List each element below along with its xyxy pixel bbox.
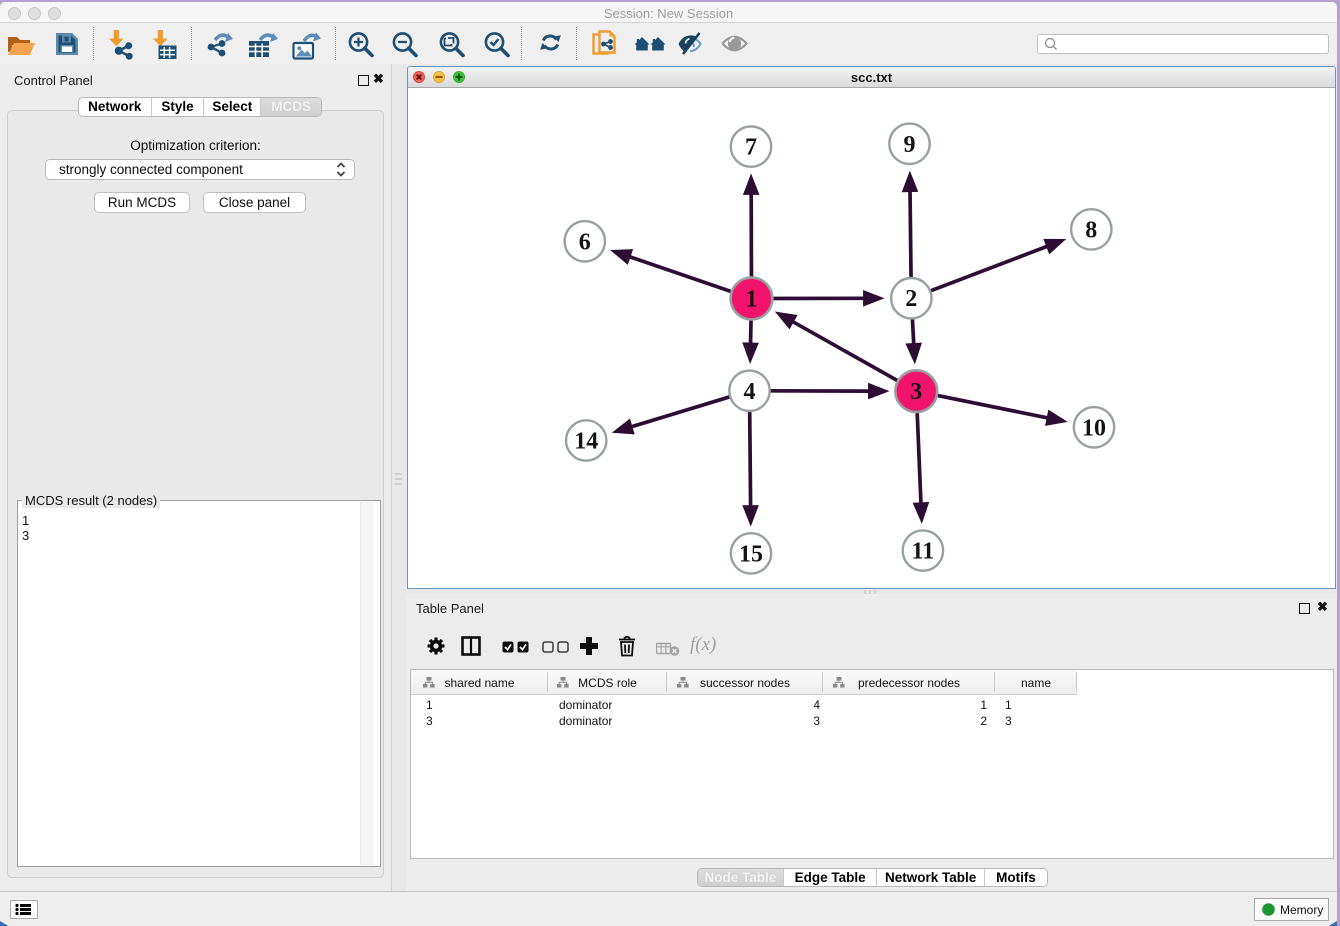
svg-text:10: 10 [1082, 415, 1106, 441]
svg-text:7: 7 [745, 135, 757, 161]
svg-text:11: 11 [912, 539, 935, 565]
svg-text:1: 1 [746, 287, 758, 313]
svg-text:15: 15 [739, 541, 763, 567]
svg-text:9: 9 [904, 132, 916, 158]
svg-text:2: 2 [905, 286, 917, 312]
svg-text:6: 6 [579, 229, 591, 255]
svg-text:14: 14 [574, 429, 598, 455]
svg-text:4: 4 [744, 379, 756, 405]
svg-text:3: 3 [910, 379, 922, 405]
svg-text:8: 8 [1085, 217, 1097, 243]
